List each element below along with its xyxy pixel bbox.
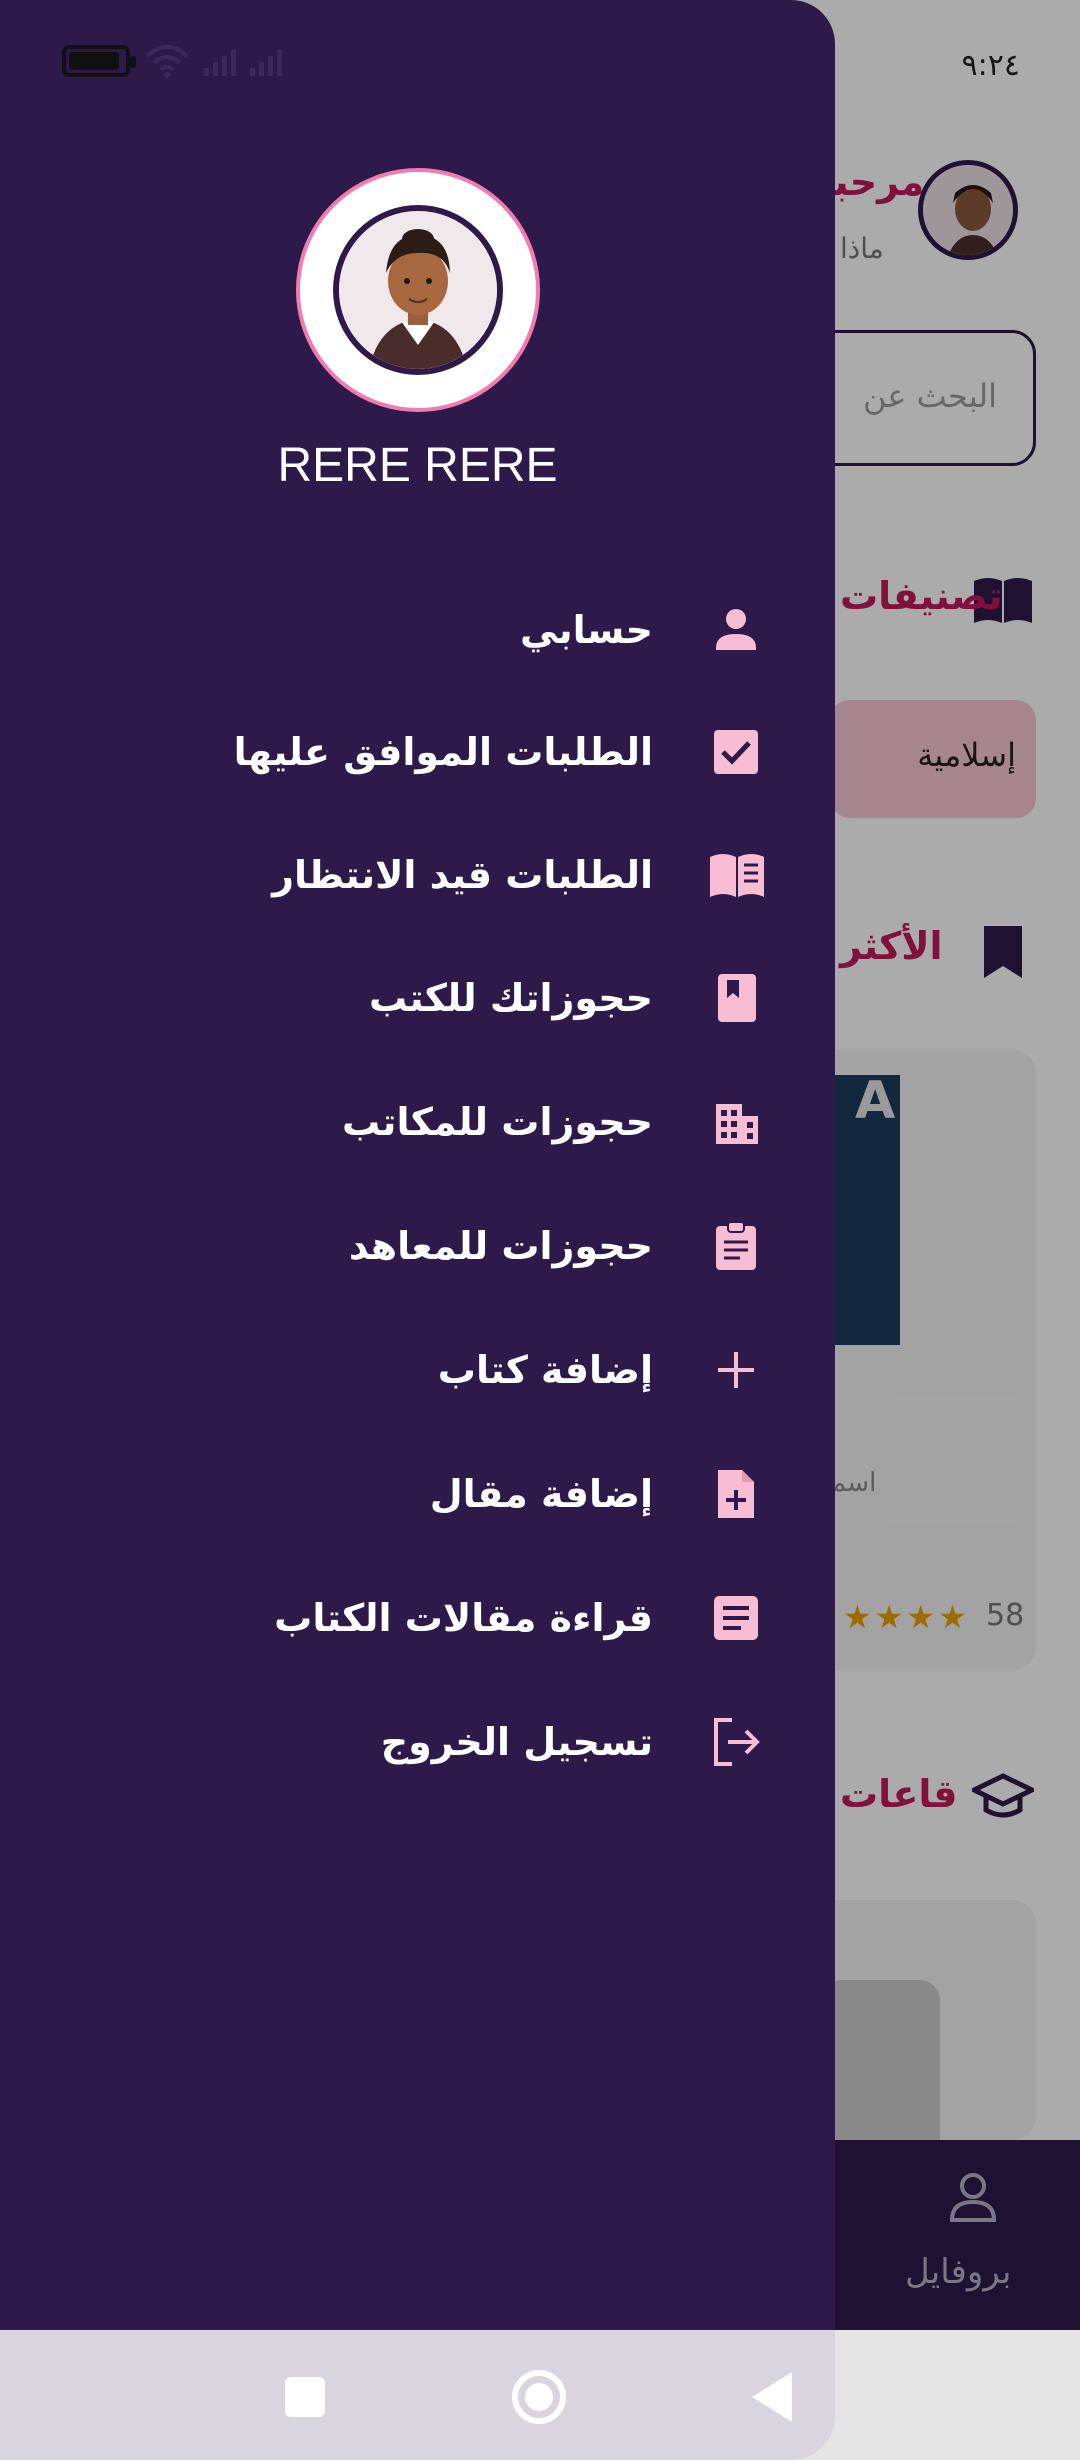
menu-label: حجوزات للمعاهد xyxy=(348,1224,653,1268)
status-icons xyxy=(62,44,282,78)
menu-label: تسجيل الخروج xyxy=(380,1720,653,1764)
menu-label: قراءة مقالات الكتاب xyxy=(274,1596,653,1640)
recents-button[interactable] xyxy=(285,2377,325,2417)
checkbox-icon xyxy=(714,730,758,774)
menu-label: إضافة كتاب xyxy=(437,1348,653,1392)
user-name: RERE RERE xyxy=(277,439,558,492)
logout-icon xyxy=(714,1718,760,1766)
plus-icon xyxy=(718,1352,754,1388)
bookmark-book-icon xyxy=(718,974,756,1022)
menu-label: حجوزات للمكاتب xyxy=(341,1100,653,1144)
navigation-drawer: RERE RERE حسابي الطلبات الموافق عليها ال… xyxy=(0,0,835,2460)
open-book-icon xyxy=(710,854,764,897)
clipboard-icon xyxy=(716,1221,756,1270)
menu-item-read-articles[interactable]: قراءة مقالات الكتاب xyxy=(0,1566,835,1670)
menu-label: إضافة مقال xyxy=(429,1472,653,1516)
system-nav-bar-drawer-area xyxy=(0,2330,835,2460)
menu-item-institute-reservations[interactable]: حجوزات للمعاهد xyxy=(0,1194,835,1298)
menu-item-my-account[interactable]: حسابي xyxy=(0,578,835,682)
wifi-icon xyxy=(145,45,189,78)
menu-item-logout[interactable]: تسجيل الخروج xyxy=(0,1690,835,1794)
profile-avatar[interactable] xyxy=(296,168,540,412)
menu-label: الطلبات الموافق عليها xyxy=(233,730,653,774)
menu-item-add-book[interactable]: إضافة كتاب xyxy=(0,1318,835,1422)
avatar-image xyxy=(333,205,503,375)
menu-label: حجوزاتك للكتب xyxy=(369,976,653,1020)
add-file-icon xyxy=(718,1470,754,1518)
home-button[interactable] xyxy=(512,2370,566,2424)
menu-item-add-article[interactable]: إضافة مقال xyxy=(0,1442,835,1546)
article-icon xyxy=(714,1596,758,1640)
back-button[interactable] xyxy=(752,2372,792,2422)
menu-item-office-reservations[interactable]: حجوزات للمكاتب xyxy=(0,1070,835,1174)
menu-label: حسابي xyxy=(519,608,653,652)
menu-item-approved-requests[interactable]: الطلبات الموافق عليها xyxy=(0,700,835,804)
signal-icon xyxy=(204,46,236,76)
battery-icon xyxy=(62,45,136,77)
menu-item-book-reservations[interactable]: حجوزاتك للكتب xyxy=(0,946,835,1050)
signal-icon-2 xyxy=(250,46,282,76)
menu-label: الطلبات قيد الانتظار xyxy=(272,853,653,897)
person-icon xyxy=(716,609,756,650)
menu-item-pending-requests[interactable]: الطلبات قيد الانتظار xyxy=(0,823,835,927)
building-icon xyxy=(716,1104,758,1144)
